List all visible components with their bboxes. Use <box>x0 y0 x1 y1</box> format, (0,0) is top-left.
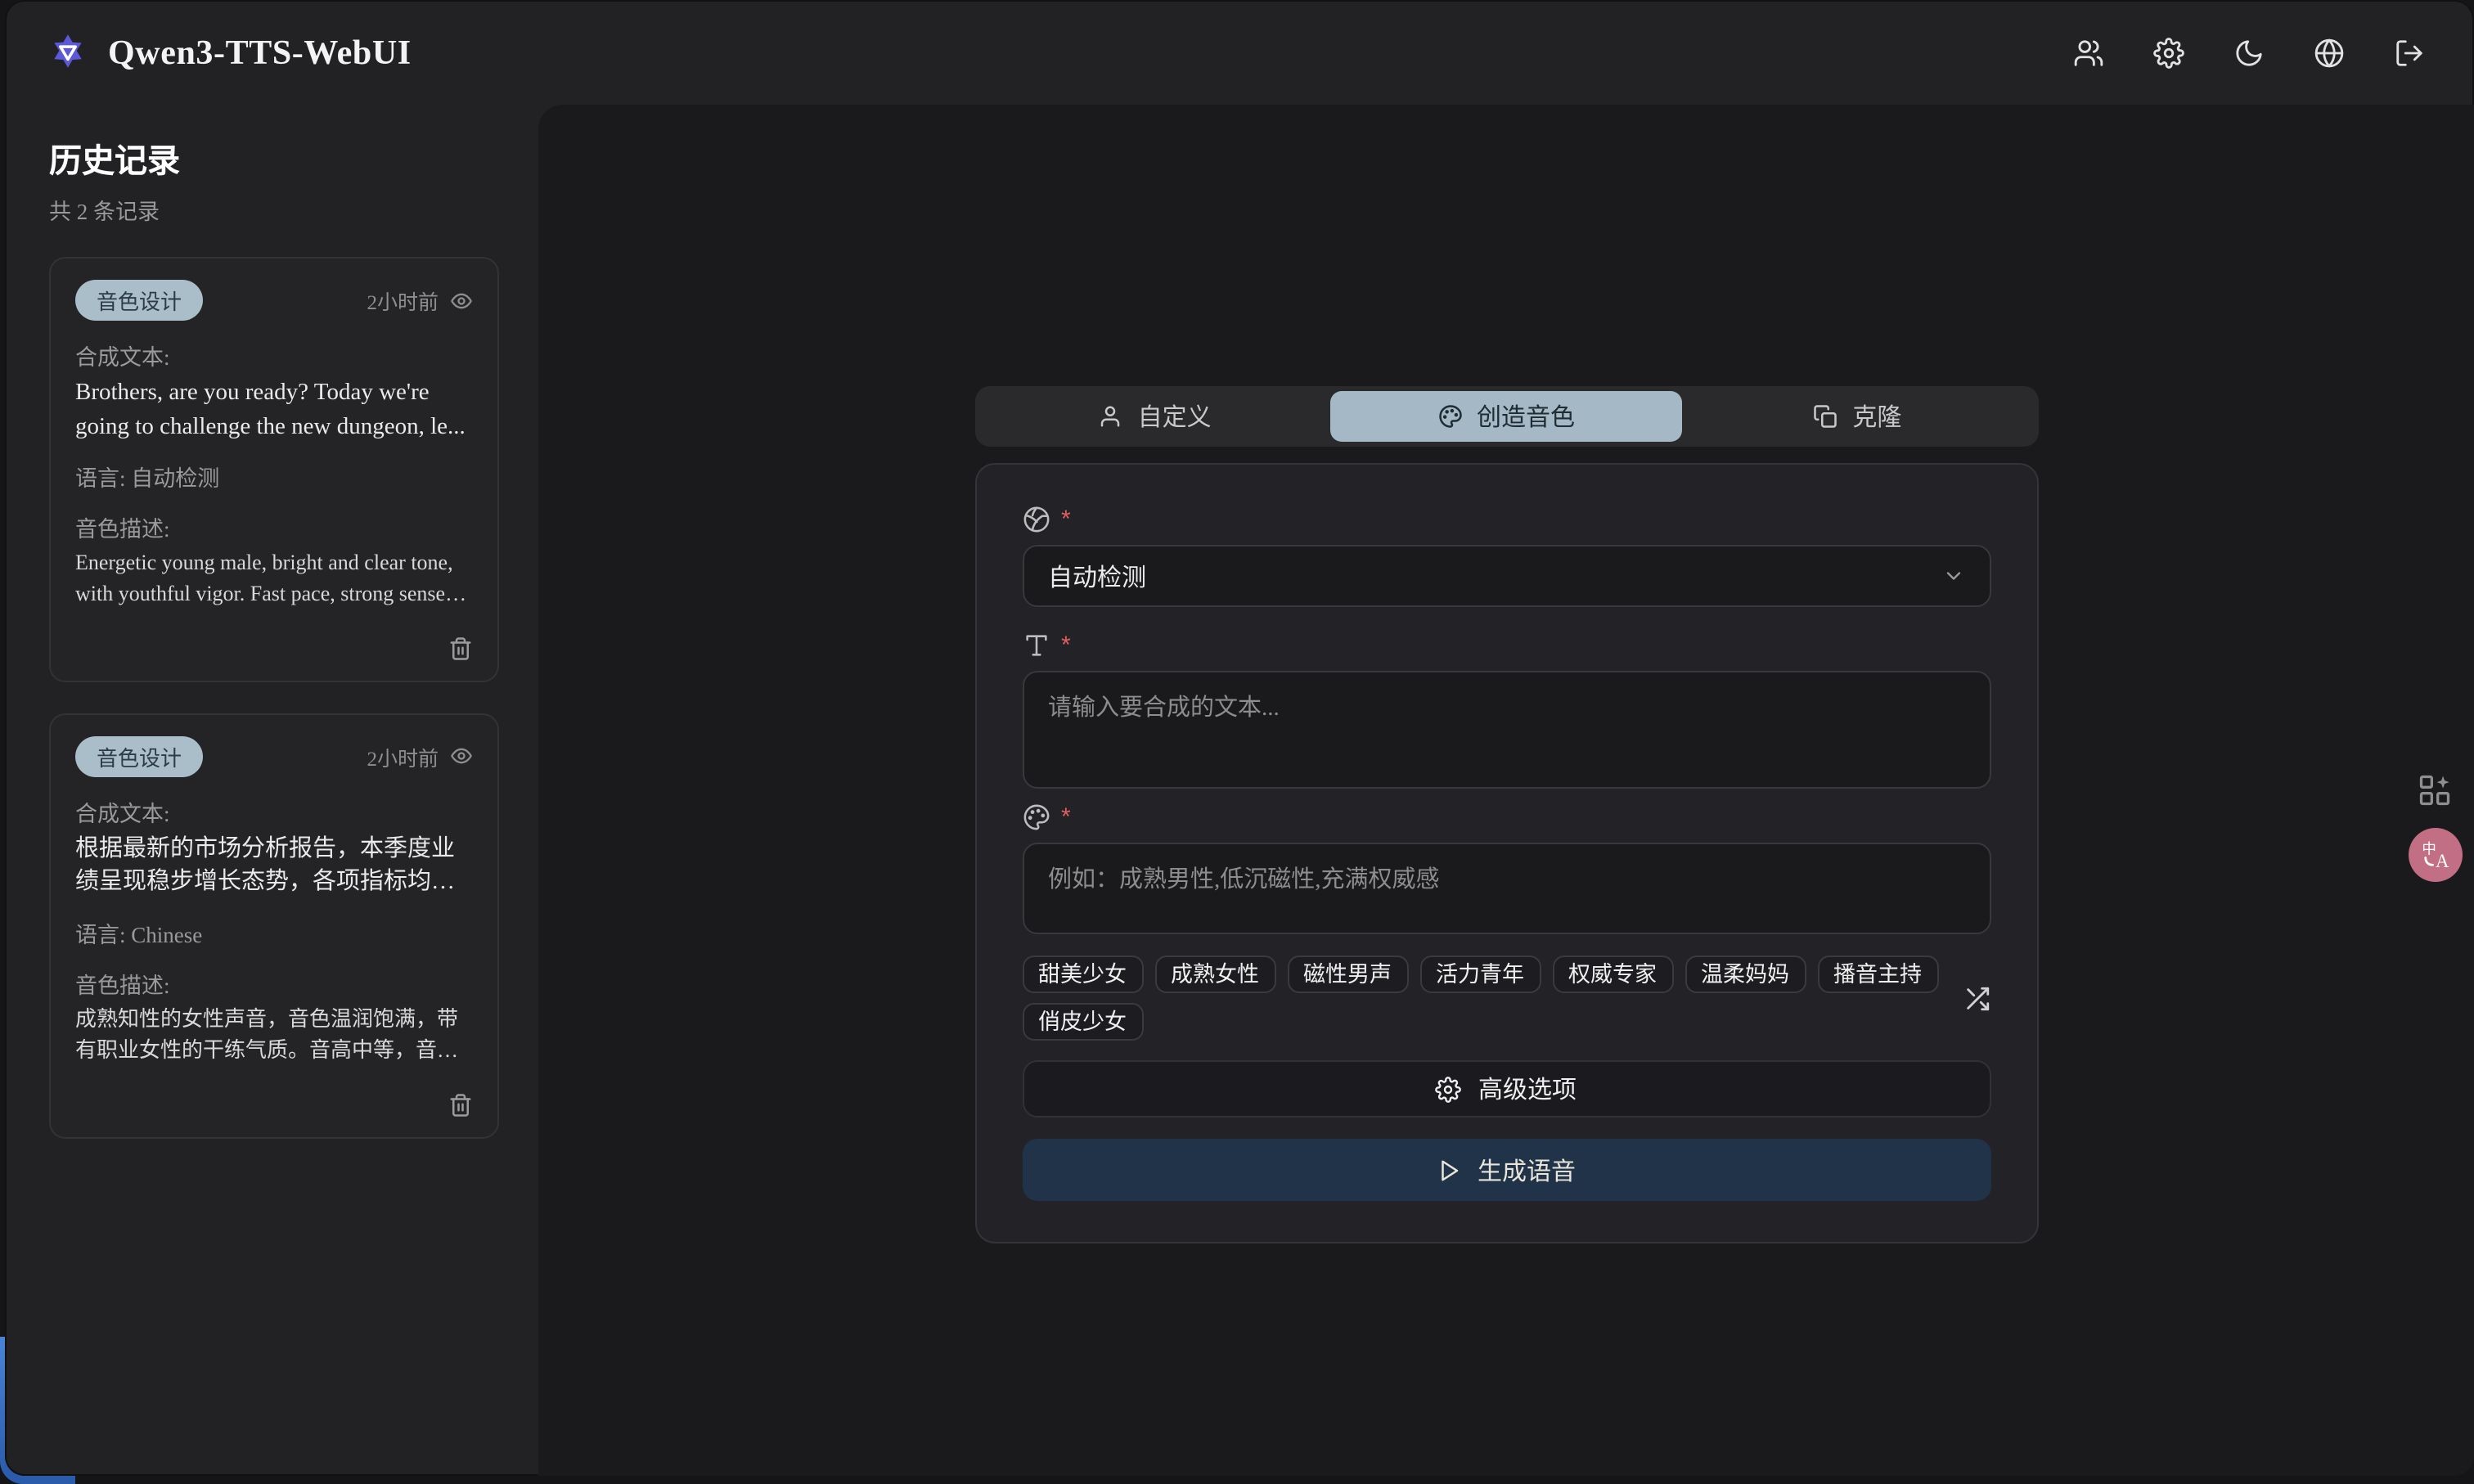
tag-chip[interactable]: 成熟女性 <box>1154 956 1275 993</box>
sidebar-title: 历史记录 <box>49 134 499 182</box>
status-badge: 音色设计 <box>75 280 203 321</box>
voice-description: 成熟知性的女性声音，音色温润饱满，带有职业女性的干练气质。音高中等，音域稳定。语… <box>75 1005 473 1066</box>
synthesis-text-input[interactable] <box>1022 671 1990 789</box>
mode-tabbar: 自定义 创造音色 <box>974 386 2038 447</box>
extensions-sparkle-icon[interactable] <box>2417 772 2453 808</box>
content-area: 历史记录 共 2 条记录 音色设计 2小时前 合成文本: Bro <box>5 105 2474 1476</box>
history-sidebar: 历史记录 共 2 条记录 音色设计 2小时前 合成文本: Bro <box>5 105 538 1476</box>
globe-icon[interactable] <box>2314 37 2345 68</box>
header-actions <box>2073 37 2425 68</box>
moon-icon[interactable] <box>2233 37 2265 68</box>
language-field-label: * <box>1022 504 1990 533</box>
voice-description: Energetic young male, bright and clear t… <box>75 548 473 609</box>
tag-chip[interactable]: 活力青年 <box>1419 956 1541 993</box>
language-select[interactable]: 自动检测 <box>1022 545 1990 607</box>
voice-preset-tags: 甜美少女 成熟女性 磁性男声 活力青年 权威专家 温柔妈妈 播音主持 俏皮少女 <box>1022 956 1963 1041</box>
tab-label: 自定义 <box>1138 399 1212 434</box>
svg-text:中: 中 <box>2422 840 2436 857</box>
trash-icon[interactable] <box>448 636 473 661</box>
language-line: 语言: Chinese <box>75 916 473 949</box>
tab-custom[interactable]: 自定义 <box>979 391 1330 442</box>
logout-icon[interactable] <box>2394 37 2425 68</box>
user-icon <box>1099 404 1123 429</box>
tab-label: 克隆 <box>1852 399 1901 434</box>
tag-chip[interactable]: 磁性男声 <box>1287 956 1408 993</box>
required-asterisk: * <box>1061 505 1071 533</box>
users-icon[interactable] <box>2073 37 2104 68</box>
gear-icon <box>1436 1076 1462 1102</box>
eye-icon[interactable] <box>450 745 473 768</box>
text-label: 合成文本: <box>75 339 473 371</box>
language-select-value: 自动检测 <box>1048 559 1146 593</box>
tag-chip[interactable]: 甜美少女 <box>1022 956 1143 993</box>
type-icon <box>1022 631 1050 659</box>
copy-icon <box>1813 404 1838 429</box>
chevron-down-icon <box>1941 564 1964 587</box>
languages-globe-icon <box>1022 505 1050 533</box>
eye-icon[interactable] <box>450 289 473 312</box>
timestamp: 2小时前 <box>367 741 439 772</box>
create-voice-form: * 自动检测 * <box>974 463 2038 1243</box>
app-header: Qwen3-TTS-WebUI <box>5 0 2474 105</box>
play-icon <box>1437 1158 1461 1182</box>
generate-speech-label: 生成语音 <box>1478 1153 1576 1187</box>
desc-label: 音色描述: <box>75 510 473 543</box>
history-card[interactable]: 音色设计 2小时前 合成文本: 根据最新的市场分析报告，本季度业绩呈现稳步增长态… <box>49 713 499 1139</box>
language-line: 语言: 自动检测 <box>75 460 473 492</box>
required-asterisk: * <box>1061 631 1071 659</box>
voice-description-input[interactable] <box>1022 843 1990 934</box>
tab-clone[interactable]: 克隆 <box>1682 391 2033 442</box>
settings-icon[interactable] <box>2153 37 2184 68</box>
text-label: 合成文本: <box>75 795 473 828</box>
app-title: Qwen3-TTS-WebUI <box>108 32 412 73</box>
tag-chip[interactable]: 俏皮少女 <box>1022 1003 1143 1041</box>
main-panel: 自定义 创造音色 <box>538 105 2474 1476</box>
record-count: 共 2 条记录 <box>49 193 499 226</box>
app-logo-icon <box>47 32 88 73</box>
generate-speech-button[interactable]: 生成语音 <box>1022 1139 1990 1201</box>
advanced-options-button[interactable]: 高级选项 <box>1022 1060 1990 1117</box>
tag-chip[interactable]: 温柔妈妈 <box>1685 956 1806 993</box>
trash-icon[interactable] <box>448 1092 473 1117</box>
desktop: Qwen3-TTS-WebUI <box>0 0 2474 1484</box>
tab-label: 创造音色 <box>1477 399 1575 434</box>
voice-preset-tags-row: 甜美少女 成熟女性 磁性男声 活力青年 权威专家 温柔妈妈 播音主持 俏皮少女 <box>1022 956 1990 1041</box>
advanced-options-label: 高级选项 <box>1478 1072 1577 1106</box>
synthesis-text: Brothers, are you ready? Today we're goi… <box>75 376 473 443</box>
tab-create-voice[interactable]: 创造音色 <box>1330 391 1681 442</box>
history-card[interactable]: 音色设计 2小时前 合成文本: Brothers, are you ready?… <box>49 257 499 682</box>
text-field-label: * <box>1022 630 1990 659</box>
required-asterisk: * <box>1061 803 1071 830</box>
synthesis-text: 根据最新的市场分析报告，本季度业绩呈现稳步增长态势，各项指标均达到预期... <box>75 833 473 900</box>
voice-desc-field-label: * <box>1022 802 1990 831</box>
palette-icon <box>1022 803 1050 830</box>
status-badge: 音色设计 <box>75 736 203 777</box>
translate-widget[interactable]: 中 A <box>2409 828 2463 882</box>
timestamp: 2小时前 <box>367 285 439 316</box>
app-window: Qwen3-TTS-WebUI <box>5 0 2474 1476</box>
desc-label: 音色描述: <box>75 967 473 1000</box>
palette-icon <box>1437 404 1462 429</box>
tag-chip[interactable]: 权威专家 <box>1552 956 1673 993</box>
svg-text:A: A <box>2436 851 2449 871</box>
tag-chip[interactable]: 播音主持 <box>1817 956 1938 993</box>
translate-icon: 中 A <box>2418 838 2453 872</box>
shuffle-icon[interactable] <box>1963 984 1990 1012</box>
